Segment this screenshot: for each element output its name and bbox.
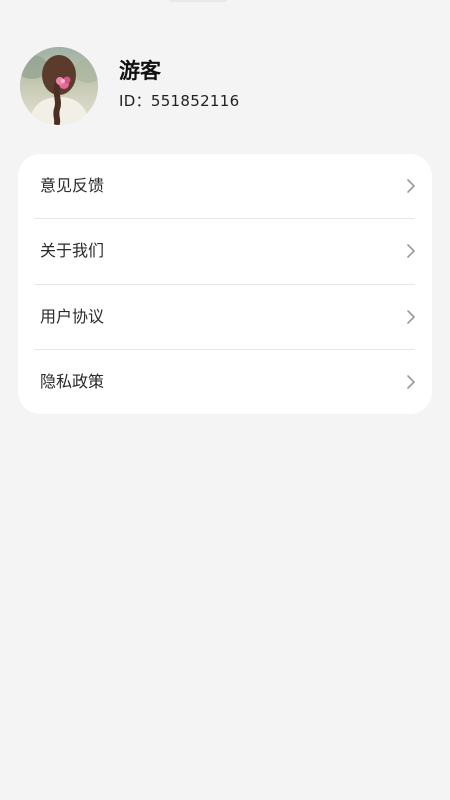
menu-item-privacy-policy[interactable]: 隐私政策 [18,350,432,414]
chevron-right-icon [407,179,415,193]
menu-item-about-us[interactable]: 关于我们 [18,219,432,284]
user-id-label: ID： [119,92,151,110]
user-id-value: 551852116 [150,92,240,110]
chevron-right-icon [407,375,415,389]
chevron-right-icon [407,310,415,324]
menu-item-label: 关于我们 [40,241,105,260]
user-id: ID：551852116 [119,94,239,109]
chevron-right-icon [407,244,415,258]
user-name: 游客 [119,59,161,83]
menu-item-label: 意见反馈 [40,176,105,195]
menu-item-feedback[interactable]: 意见反馈 [18,154,432,219]
avatar-image [20,47,98,125]
settings-menu-card: 意见反馈 关于我们 用户协议 隐私政策 [18,154,432,414]
menu-item-label: 用户协议 [40,307,105,326]
menu-item-user-agreement[interactable]: 用户协议 [18,285,432,350]
avatar[interactable] [20,47,98,125]
menu-item-label: 隐私政策 [40,372,105,391]
top-pull-indicator [168,0,228,2]
profile-header: 游客 ID：551852116 [20,47,420,127]
